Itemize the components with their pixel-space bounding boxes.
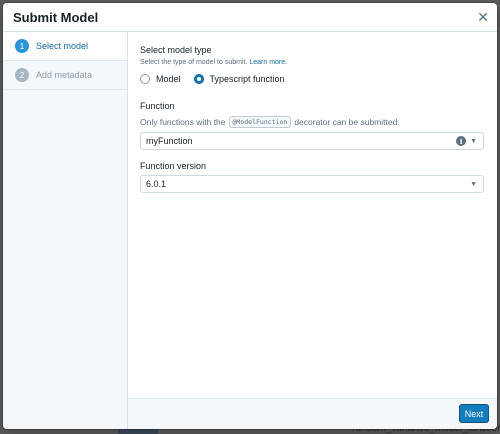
radio-model[interactable]: Model	[140, 74, 181, 84]
dialog-footer: Next	[128, 398, 497, 429]
function-description: Only functions with the @ModelFunction d…	[140, 116, 400, 128]
function-desc-prefix: Only functions with the	[140, 117, 226, 127]
step-select-model[interactable]: 1 Select model	[3, 32, 127, 60]
model-type-helper-text: Select the type of model to submit.	[140, 59, 248, 66]
step-add-metadata[interactable]: 2 Add metadata	[3, 61, 127, 89]
decorator-tag: @ModelFunction	[228, 116, 292, 128]
dialog-title: Submit Model	[13, 9, 99, 25]
function-version-select[interactable]: 6.0.1 ▼	[140, 175, 484, 193]
step-label: Add metadata	[36, 70, 93, 80]
function-version-value: 6.0.1	[146, 179, 167, 189]
step-divider	[3, 89, 127, 90]
model-type-helper: Select the type of model to submit. Lear…	[140, 59, 287, 66]
submit-model-dialog: Submit Model ✕ 1 Select model 2 Add meta…	[3, 3, 497, 429]
close-icon[interactable]: ✕	[474, 8, 492, 26]
function-label: Function	[140, 101, 175, 111]
function-select-value: myFunction	[146, 136, 193, 146]
function-version-label: Function version	[140, 161, 207, 171]
radio-label: Typescript function	[209, 74, 285, 84]
step-label: Select model	[36, 41, 89, 51]
function-select[interactable]: myFunction i ▼	[140, 132, 484, 150]
radio-typescript-function[interactable]: Typescript function	[193, 74, 285, 84]
steps-sidebar: 1 Select model 2 Add metadata	[3, 32, 128, 429]
step-number-badge: 1	[15, 39, 29, 53]
caret-down-icon: ▼	[470, 137, 477, 145]
caret-down-icon: ▼	[470, 180, 477, 188]
learn-more-link[interactable]: Learn more.	[249, 59, 287, 66]
radio-label: Model	[156, 74, 181, 84]
step-content: Select model type Select the type of mod…	[128, 32, 497, 399]
dialog-header: Submit Model ✕	[3, 3, 497, 32]
model-type-radio-group: Model Typescript function	[140, 74, 298, 84]
step-number-badge: 2	[15, 68, 29, 82]
info-icon[interactable]: i	[456, 136, 467, 146]
model-type-label: Select model type	[140, 45, 212, 55]
function-desc-suffix: decorator can be submitted.	[294, 117, 400, 127]
radio-checked-icon	[193, 74, 204, 84]
radio-unchecked-icon	[140, 74, 150, 84]
next-button[interactable]: Next	[459, 404, 489, 423]
